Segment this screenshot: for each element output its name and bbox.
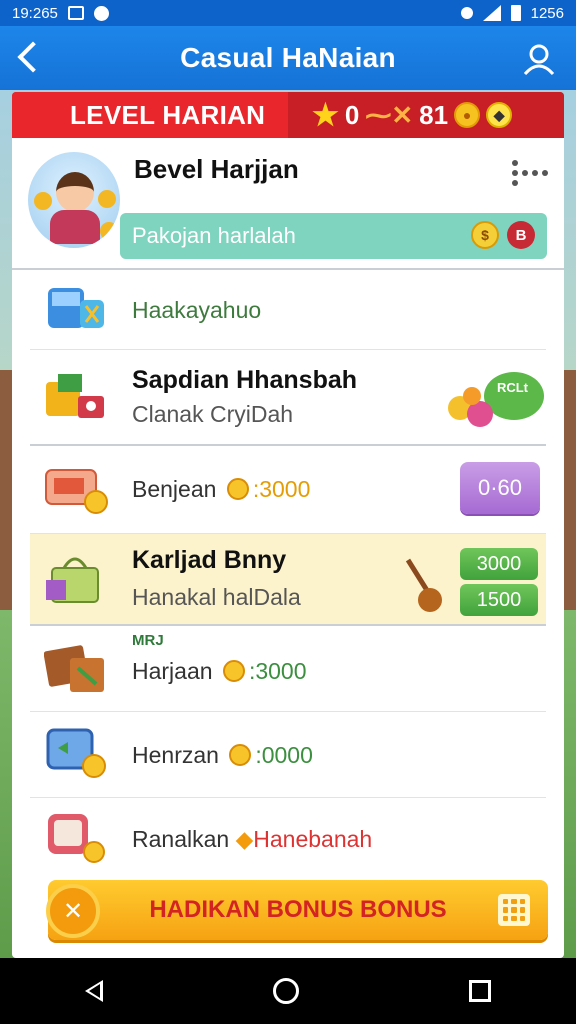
level-label: LEVEL HARIAN bbox=[12, 92, 288, 138]
row-amount: :0000 bbox=[255, 742, 313, 768]
list-item[interactable]: Sapdian Hhansbah Clanak CryiDah RCLt bbox=[30, 350, 546, 446]
row-amount: :3000 bbox=[248, 658, 307, 684]
notification-icon bbox=[67, 6, 84, 20]
row-amount: :3000 bbox=[252, 476, 311, 502]
star-icon: ★ bbox=[312, 98, 339, 132]
signal-icon bbox=[482, 5, 501, 21]
list-item[interactable]: Henrzan :0000 bbox=[30, 712, 546, 798]
list-item[interactable]: Benjean :3000 0·60 bbox=[30, 446, 546, 534]
ticket-icon bbox=[45, 469, 108, 514]
level-banner: LEVEL HARIAN ★ 0 ⁓✕ 81 ● ◆ bbox=[12, 92, 564, 138]
status-bar: 19:265 1256 bbox=[0, 0, 576, 26]
nav-back-icon[interactable] bbox=[85, 980, 103, 1002]
more-options-icon[interactable] bbox=[512, 160, 548, 186]
bonus-label: HADIKAN BONUS BONUS bbox=[149, 896, 447, 923]
calendar-grid-icon bbox=[498, 894, 530, 926]
battery-icon bbox=[510, 5, 521, 21]
row-title: Ranalkan ◆Hanebanah bbox=[132, 826, 373, 852]
nav-home-icon[interactable] bbox=[273, 978, 299, 1004]
row-title: Benjean :3000 bbox=[132, 476, 311, 502]
reward-button-top[interactable]: 3000 bbox=[460, 548, 538, 580]
avatar[interactable] bbox=[28, 152, 120, 248]
row-title: Harjaan :3000 bbox=[132, 658, 307, 684]
gold-coin-icon: $ bbox=[471, 221, 499, 249]
profile-card[interactable]: Bevel Harjjan Pakojan harlalah $ B bbox=[12, 138, 564, 270]
app-icon bbox=[93, 5, 109, 21]
list-item[interactable]: MRJ Harjaan :3000 bbox=[30, 626, 546, 712]
list-item[interactable]: Ranalkan ◆Hanebanah bbox=[30, 798, 546, 878]
coin-icon bbox=[222, 660, 245, 682]
status-time: 19:265 bbox=[12, 4, 58, 22]
level-stats: ★ 0 ⁓✕ 81 ● ◆ bbox=[288, 92, 564, 138]
gift-bag-icon bbox=[46, 557, 99, 603]
progress-bar: Pakojan harlalah $ B bbox=[120, 213, 547, 259]
stat-b: 81 bbox=[419, 99, 449, 130]
coin-icon bbox=[229, 744, 252, 766]
row-title: Henrzan :0000 bbox=[132, 742, 313, 768]
profile-name: Bevel Harjjan bbox=[134, 154, 299, 184]
coin-icon bbox=[226, 478, 249, 500]
row-tag: RCLt bbox=[496, 380, 528, 395]
row-subtitle: Clanak CryiDah bbox=[132, 401, 294, 427]
mug-icon bbox=[48, 814, 105, 863]
crate-icon bbox=[44, 645, 104, 692]
flower-decoration-icon bbox=[448, 372, 544, 427]
gem-icon: ◆ bbox=[486, 102, 513, 128]
row-label-above: MRJ bbox=[132, 632, 164, 649]
coin-icon: ● bbox=[454, 102, 481, 128]
row-title: Haakayahuo bbox=[132, 297, 262, 323]
app-title: Casual HaNaian bbox=[180, 42, 396, 73]
nav-recents-icon[interactable] bbox=[469, 980, 491, 1002]
stat-a: 0 bbox=[344, 99, 360, 130]
gift-box-icon bbox=[46, 374, 104, 418]
list-item[interactable]: Haakayahuo bbox=[30, 272, 546, 350]
app-bar: Casual HaNaian bbox=[0, 26, 576, 90]
system-nav-bar bbox=[0, 958, 576, 1024]
row-subtitle: Hanakal halDala bbox=[132, 584, 301, 610]
bonus-button[interactable]: HADIKAN BONUS BONUS bbox=[48, 880, 548, 940]
list-item-highlighted[interactable]: Karljad Bnny Hanakal halDala 3000 1500 bbox=[30, 534, 546, 626]
main-panel: LEVEL HARIAN ★ 0 ⁓✕ 81 ● ◆ Bevel Harjjan… bbox=[12, 92, 564, 958]
row-title: Sapdian Hhansbah bbox=[132, 366, 358, 394]
status-clock: 1256 bbox=[530, 4, 564, 22]
row-amount: Hanebanah bbox=[253, 826, 373, 852]
back-arrow-icon[interactable] bbox=[17, 41, 49, 73]
card-icon bbox=[46, 728, 106, 778]
arrows-icon: ⁓✕ bbox=[365, 99, 414, 130]
guitar-icon bbox=[405, 558, 442, 612]
row-title: Karljad Bnny bbox=[132, 546, 287, 574]
user-icon[interactable] bbox=[522, 42, 556, 76]
wifi-icon bbox=[460, 7, 473, 19]
progress-text: Pakojan harlalah bbox=[132, 223, 296, 248]
badge-icon: B bbox=[507, 221, 535, 249]
cup-icon bbox=[48, 288, 104, 328]
bonus-badge-icon: ✕ bbox=[46, 884, 100, 938]
reward-button-bottom[interactable]: 1500 bbox=[460, 584, 538, 616]
claim-button[interactable]: 0·60 bbox=[460, 462, 540, 514]
